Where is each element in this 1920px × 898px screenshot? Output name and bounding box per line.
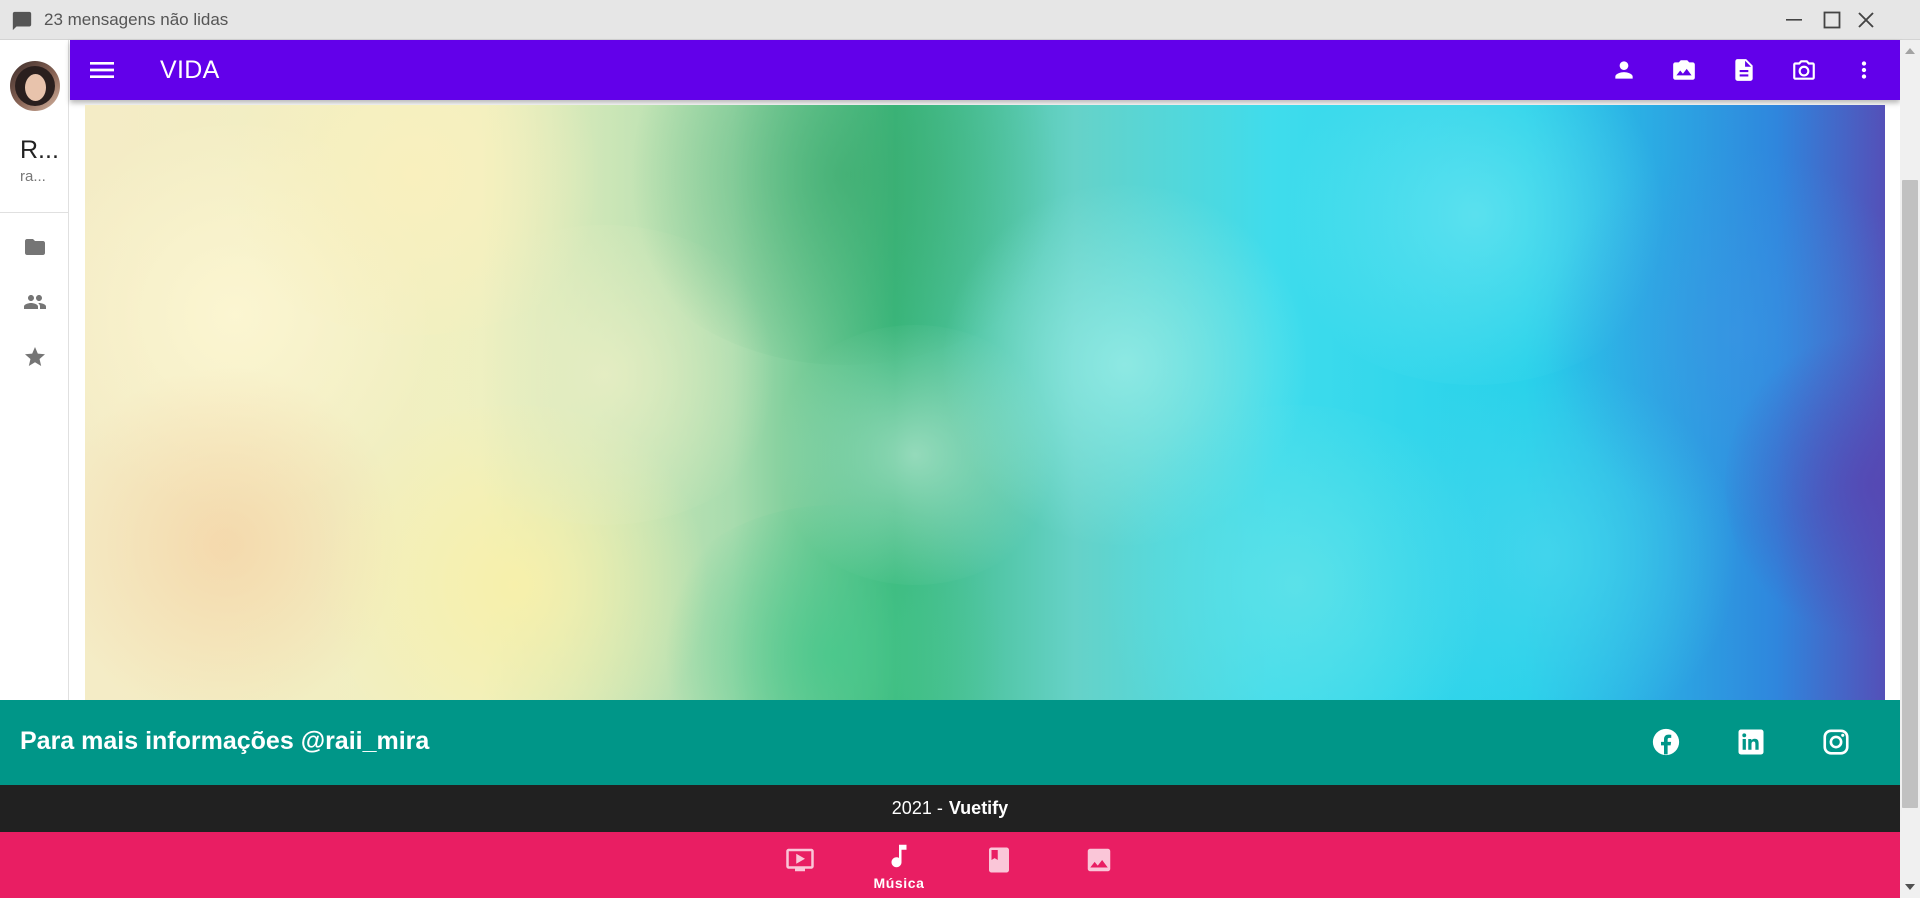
navigation-rail: R... ra... (0, 40, 69, 700)
footer: Para mais informações @raii_mira (0, 700, 1900, 785)
user-email: ra... (20, 168, 46, 185)
tv-play-icon (786, 848, 814, 872)
star-icon (25, 347, 45, 366)
close-icon (1858, 12, 1874, 28)
facebook-icon (1652, 728, 1680, 756)
footer-text: Para mais informações @raii_mira (20, 727, 430, 755)
scroll-up-icon[interactable] (1904, 46, 1916, 56)
copyright-year: 2021 - (891, 798, 943, 818)
rail-divider (0, 212, 69, 213)
close-button[interactable] (1853, 7, 1879, 33)
window-title: 23 mensagens não lidas (44, 10, 229, 29)
chat-icon (11, 10, 33, 32)
minimize-icon (1786, 19, 1802, 21)
app-bar: VIDA (70, 40, 1900, 100)
scroll-down-icon[interactable] (1904, 882, 1916, 892)
camera-icon (1793, 60, 1815, 80)
copyright-brand: Vuetify (948, 798, 1009, 818)
bottom-nav-image[interactable] (1059, 832, 1139, 898)
bottom-nav-music-label: Música (873, 875, 925, 891)
bottom-nav-video[interactable] (760, 832, 840, 898)
image-icon (1087, 848, 1111, 872)
linkedin-icon (1738, 729, 1764, 755)
camera-switch-button[interactable] (1668, 54, 1700, 86)
document-icon (1735, 59, 1753, 81)
more-button[interactable] (1848, 54, 1880, 86)
bottom-nav-music[interactable]: Música (859, 832, 939, 898)
vertical-scrollbar[interactable] (1900, 40, 1920, 898)
camera-button[interactable] (1788, 54, 1820, 86)
app-title: VIDA (160, 56, 220, 84)
maximize-icon (1823, 11, 1841, 29)
rail-item-star[interactable] (18, 340, 52, 374)
avatar[interactable] (10, 61, 60, 111)
folder-icon (25, 239, 45, 255)
rail-item-people[interactable] (18, 285, 52, 319)
account-button[interactable] (1608, 54, 1640, 86)
scrollbar-thumb[interactable] (1902, 180, 1918, 808)
instagram-button[interactable] (1818, 724, 1854, 760)
bottom-nav-book[interactable] (959, 832, 1039, 898)
minimize-button[interactable] (1781, 7, 1807, 33)
hero-image (85, 105, 1885, 700)
bottom-navigation: Música (0, 832, 1900, 898)
more-vert-icon (1861, 61, 1867, 79)
window-titlebar: 23 mensagens não lidas (0, 0, 1920, 40)
people-icon (24, 295, 46, 309)
user-name: R... (20, 136, 59, 164)
menu-button[interactable] (86, 54, 118, 86)
menu-icon (90, 62, 114, 78)
document-button[interactable] (1728, 54, 1760, 86)
maximize-button[interactable] (1819, 7, 1845, 33)
linkedin-button[interactable] (1733, 724, 1769, 760)
music-note-icon (891, 844, 907, 868)
camera-switch-icon (1673, 60, 1695, 80)
instagram-icon (1823, 729, 1849, 755)
account-icon (1615, 61, 1633, 79)
rail-item-folder[interactable] (18, 230, 52, 264)
copyright-bar: 2021 - Vuetify (0, 785, 1900, 832)
book-icon (989, 847, 1009, 873)
facebook-button[interactable] (1648, 724, 1684, 760)
